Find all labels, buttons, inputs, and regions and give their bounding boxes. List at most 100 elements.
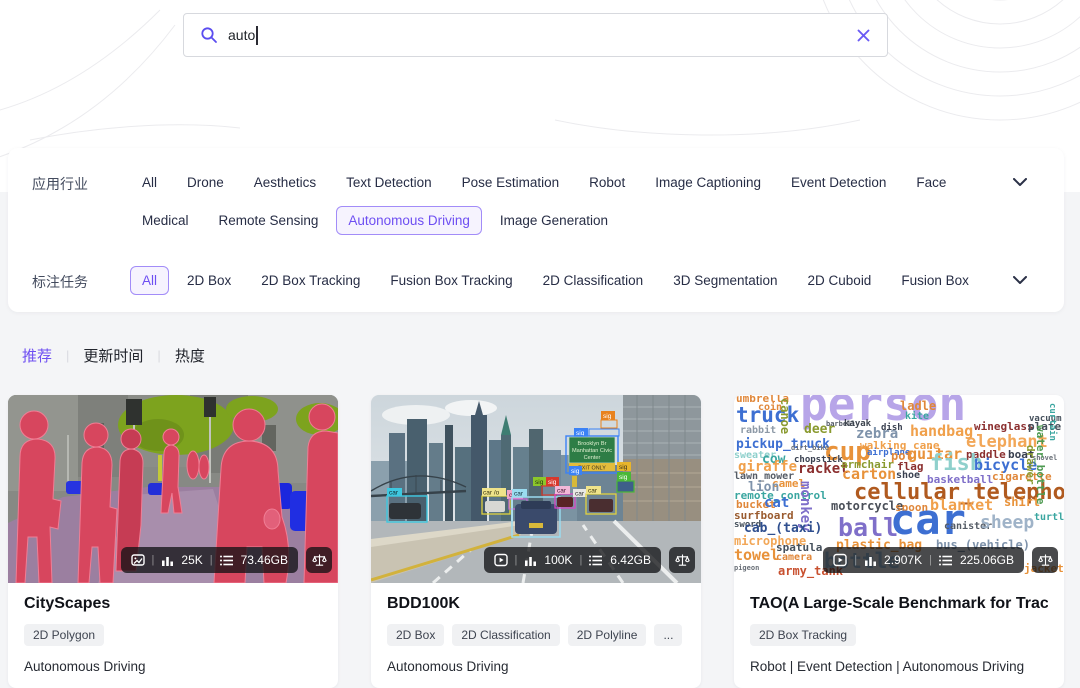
sort-separator: | bbox=[66, 348, 69, 363]
task-chip-2d-box-tracking[interactable]: 2D Box Tracking bbox=[249, 266, 372, 295]
industry-chip-image-generation[interactable]: Image Generation bbox=[488, 206, 620, 235]
size-list-icon bbox=[589, 554, 603, 567]
industry-filter-label: 应用行业 bbox=[32, 174, 88, 194]
svg-text:car: car bbox=[575, 491, 585, 498]
dataset-card-tao[interactable]: personumbrellacointruckcanoerabbitdeerba… bbox=[734, 395, 1064, 688]
clear-search-icon[interactable] bbox=[856, 28, 871, 43]
dataset-tag-row: 2D Box 2D Classification 2D Polyline... bbox=[387, 624, 685, 646]
wordcloud-word: drawer bbox=[1025, 445, 1036, 485]
license-scale-button[interactable] bbox=[669, 547, 695, 573]
industry-expand-chevron-icon[interactable] bbox=[1010, 172, 1030, 192]
wordcloud-word: camera bbox=[776, 553, 812, 563]
right-building bbox=[623, 395, 701, 523]
task-chip-2d-cuboid[interactable]: 2D Cuboid bbox=[796, 266, 884, 295]
task-chip-2d-box[interactable]: 2D Box bbox=[175, 266, 243, 295]
task-chip-2d-classification[interactable]: 2D Classification bbox=[531, 266, 656, 295]
license-scale-button[interactable] bbox=[306, 547, 332, 573]
sort-bar: 推荐|更新时间|热度 bbox=[22, 345, 205, 366]
svg-text:sig: sig bbox=[548, 479, 557, 486]
wordcloud-word: cat bbox=[764, 496, 789, 510]
task-chip-row: All2D Box2D Box TrackingFusion Box Track… bbox=[130, 266, 1000, 295]
task-chip-fusion-box[interactable]: Fusion Box bbox=[889, 266, 981, 295]
dataset-tag-more: ... bbox=[654, 624, 682, 646]
wordcloud-word: towel bbox=[734, 548, 779, 563]
svg-text:sig: sig bbox=[619, 464, 628, 471]
bdd100k-thumbnail[interactable]: sig sig Brooklyn Br Manhattan Civic Cent… bbox=[371, 395, 701, 583]
dataset-tag-row: 2D Box Tracking bbox=[750, 624, 1048, 646]
wordcloud-word: canoe bbox=[779, 398, 791, 434]
industry-chip-image-captioning[interactable]: Image Captioning bbox=[643, 168, 773, 197]
svg-text:EXIT ONLY: EXIT ONLY bbox=[578, 466, 606, 472]
dataset-tag-row: 2D Polygon bbox=[24, 624, 322, 646]
svg-text:sig: sig bbox=[571, 468, 580, 475]
dataset-stats-pill: | 25K | 73.46GB bbox=[121, 547, 298, 573]
stat-separator: | bbox=[152, 554, 155, 566]
industry-chip-robot[interactable]: Robot bbox=[577, 168, 637, 197]
stat-separator: | bbox=[854, 554, 857, 566]
sort-option-推荐[interactable]: 推荐 bbox=[22, 345, 52, 366]
svg-text:sig: sig bbox=[603, 413, 612, 420]
dataset-tag-2d-box-tracking: 2D Box Tracking bbox=[750, 624, 856, 646]
industry-chip-autonomous-driving[interactable]: Autonomous Driving bbox=[336, 206, 482, 235]
industry-chip-aesthetics[interactable]: Aesthetics bbox=[242, 168, 328, 197]
svg-text:car: car bbox=[389, 490, 399, 497]
stat-separator: | bbox=[929, 554, 932, 566]
card-info: CityScapes 2D Polygon Autonomous Driving bbox=[8, 583, 338, 688]
stat-separator: | bbox=[579, 554, 582, 566]
dataset-tag-2d-box: 2D Box bbox=[387, 624, 444, 646]
task-expand-chevron-icon[interactable] bbox=[1010, 270, 1030, 290]
dataset-card-list: | 25K | 73.46GB bbox=[8, 395, 1064, 688]
task-filter-label: 标注任务 bbox=[32, 272, 88, 292]
dataset-categories: Autonomous Driving bbox=[387, 659, 685, 674]
dataset-tag-2d-classification: 2D Classification bbox=[452, 624, 559, 646]
stat-separator: | bbox=[210, 554, 213, 566]
search-bar[interactable]: auto bbox=[183, 13, 888, 57]
sort-option-更新时间[interactable]: 更新时间 bbox=[83, 345, 143, 366]
dataset-categories: Autonomous Driving bbox=[24, 659, 322, 674]
task-chip-all[interactable]: All bbox=[130, 266, 169, 295]
industry-chip-text-detection[interactable]: Text Detection bbox=[334, 168, 444, 197]
search-input[interactable]: auto bbox=[228, 27, 255, 43]
industry-chip-medical[interactable]: Medical bbox=[130, 206, 201, 235]
stat-separator: | bbox=[515, 554, 518, 566]
license-scale-button[interactable] bbox=[1032, 547, 1058, 573]
dataset-size: 73.46GB bbox=[241, 553, 288, 567]
wordcloud-word: kite bbox=[905, 412, 929, 422]
industry-chip-remote-sensing[interactable]: Remote Sensing bbox=[207, 206, 331, 235]
dataset-card-cityscapes[interactable]: | 25K | 73.46GB bbox=[8, 395, 338, 688]
industry-chip-drone[interactable]: Drone bbox=[175, 168, 236, 197]
dataset-size: 225.06GB bbox=[960, 553, 1014, 567]
task-chip-3d-segmentation[interactable]: 3D Segmentation bbox=[661, 266, 789, 295]
card-info: BDD100K 2D Box 2D Classification 2D Polyli… bbox=[371, 583, 701, 688]
svg-text:car /o: car /o bbox=[483, 490, 500, 497]
dataset-title: BDD100K bbox=[387, 595, 685, 613]
dataset-title: CityScapes bbox=[24, 595, 322, 613]
dataset-card-bdd100k[interactable]: sig sig Brooklyn Br Manhattan Civic Cent… bbox=[371, 395, 701, 688]
industry-chip-pose-estimation[interactable]: Pose Estimation bbox=[450, 168, 572, 197]
card-info: TAO(A Large-Scale Benchmark for Track...… bbox=[734, 583, 1064, 688]
count-bars-icon bbox=[161, 554, 174, 567]
svg-text:Manhattan Civic: Manhattan Civic bbox=[572, 448, 612, 454]
svg-text:Center: Center bbox=[584, 455, 601, 461]
dataset-size: 6.42GB bbox=[610, 553, 651, 567]
wordcloud-word: handbag bbox=[910, 424, 973, 439]
size-list-icon bbox=[220, 554, 234, 567]
industry-chip-face[interactable]: Face bbox=[904, 168, 958, 197]
cityscapes-thumbnail[interactable]: | 25K | 73.46GB bbox=[8, 395, 338, 583]
tao-thumbnail[interactable]: personumbrellacointruckcanoerabbitdeerba… bbox=[734, 395, 1064, 583]
industry-chip-all[interactable]: All bbox=[130, 168, 169, 197]
svg-text:car: car bbox=[557, 488, 567, 495]
wordcloud-word: wineglass bbox=[974, 421, 1034, 432]
dataset-tag-2d-polyline: 2D Polyline bbox=[568, 624, 647, 646]
dataset-stats-pill: | 2.907K | 225.06GB bbox=[823, 547, 1024, 573]
wordcloud-word: curtain bbox=[1047, 403, 1056, 441]
video-type-icon bbox=[494, 553, 508, 567]
wordcloud-word: pigeon bbox=[734, 565, 759, 572]
industry-chip-event-detection[interactable]: Event Detection bbox=[779, 168, 898, 197]
dataset-title: TAO(A Large-Scale Benchmark for Track... bbox=[750, 595, 1048, 613]
task-chip-fusion-box-tracking[interactable]: Fusion Box Tracking bbox=[378, 266, 524, 295]
dataset-stats-pill: | 100K | 6.42GB bbox=[484, 547, 661, 573]
sort-option-热度[interactable]: 热度 bbox=[175, 345, 205, 366]
wordcloud-word: sheep bbox=[980, 514, 1034, 532]
industry-chip-row-2: MedicalRemote SensingAutonomous DrivingI… bbox=[130, 206, 1000, 235]
